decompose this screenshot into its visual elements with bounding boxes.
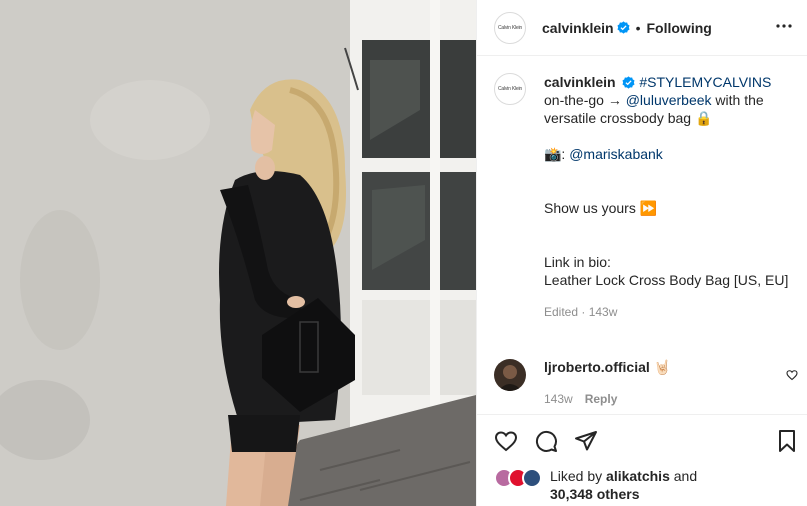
mention-luluverbeek[interactable]: @luluverbeek xyxy=(626,92,712,108)
caption-edited-time: Edited · 143w xyxy=(544,305,618,319)
liker-avatar xyxy=(522,468,542,488)
post-photo-illustration xyxy=(0,0,476,506)
post-details-panel: Calvin Klein calvinklein • Following Cal… xyxy=(476,0,807,506)
save-bookmark-icon[interactable] xyxy=(775,429,799,453)
photo-credit-emoji: 📸: xyxy=(544,146,566,162)
comment-like-heart-icon[interactable] xyxy=(786,369,798,381)
comments-area[interactable]: Calvin Klein calvinklein #STYLEMYCALVINS… xyxy=(477,57,807,414)
avatar-logo-text: Calvin Klein xyxy=(497,24,522,31)
post-header: Calvin Klein calvinklein • Following xyxy=(477,0,807,56)
post-actions-bar xyxy=(477,414,807,460)
liker-avatars[interactable] xyxy=(494,468,546,488)
comment-bubble-icon[interactable] xyxy=(534,429,558,453)
header-user: calvinklein • Following xyxy=(542,20,712,36)
reply-button[interactable]: Reply xyxy=(585,392,618,406)
liked-by-prefix: Liked by xyxy=(550,468,603,484)
likes-summary: Liked by alikatchis and 30,348 others xyxy=(494,463,697,503)
comment-meta: 143w Reply xyxy=(544,392,671,406)
header-separator: • xyxy=(635,19,641,36)
comment-item: ljroberto.official 🤘🏻 143w Reply xyxy=(494,359,800,406)
verified-badge-icon xyxy=(622,76,635,89)
caption-product: Leather Lock Cross Body Bag [US, EU] xyxy=(544,272,789,288)
mention-mariskabank[interactable]: @mariskabank xyxy=(569,146,663,162)
caption-show-us-yours: Show us yours ⏩ xyxy=(544,200,658,216)
comment-age[interactable]: 143w xyxy=(544,392,573,406)
account-avatar[interactable]: Calvin Klein xyxy=(494,11,526,44)
liked-by-user[interactable]: alikatchis xyxy=(606,468,670,484)
share-send-icon[interactable] xyxy=(574,429,598,453)
post-photo[interactable] xyxy=(0,0,476,506)
comment-body: ljroberto.official 🤘🏻 143w Reply xyxy=(544,359,671,406)
caption-username[interactable]: calvinklein xyxy=(544,74,616,90)
commenter-avatar[interactable] xyxy=(494,359,526,391)
instagram-post-modal: Calvin Klein calvinklein • Following Cal… xyxy=(0,0,807,506)
like-heart-icon[interactable] xyxy=(494,429,518,453)
commenter-username[interactable]: ljroberto.official xyxy=(544,359,650,375)
hashtag-link[interactable]: #STYLEMYCALVINS xyxy=(639,74,771,90)
caption-text: calvinklein #STYLEMYCALVINS on-the-go → … xyxy=(544,73,794,321)
following-button[interactable]: Following xyxy=(647,20,712,36)
more-options-icon[interactable] xyxy=(776,18,792,34)
caption-avatar[interactable]: Calvin Klein xyxy=(494,73,526,105)
likes-count[interactable]: 30,348 others xyxy=(550,486,640,502)
avatar-logo-text: Calvin Klein xyxy=(497,86,522,92)
commenter-avatar-image xyxy=(494,359,526,391)
comment-text: 🤘🏻 xyxy=(653,359,672,375)
header-username[interactable]: calvinklein xyxy=(542,20,614,36)
caption-link-label: Link in bio: xyxy=(544,254,611,270)
post-caption: Calvin Klein calvinklein #STYLEMYCALVINS… xyxy=(494,73,794,321)
liked-by-and: and xyxy=(673,468,698,484)
verified-badge-icon xyxy=(617,21,630,34)
caption-line1-prefix: on-the-go → xyxy=(544,92,622,108)
likes-text: Liked by alikatchis and 30,348 others xyxy=(550,467,697,503)
